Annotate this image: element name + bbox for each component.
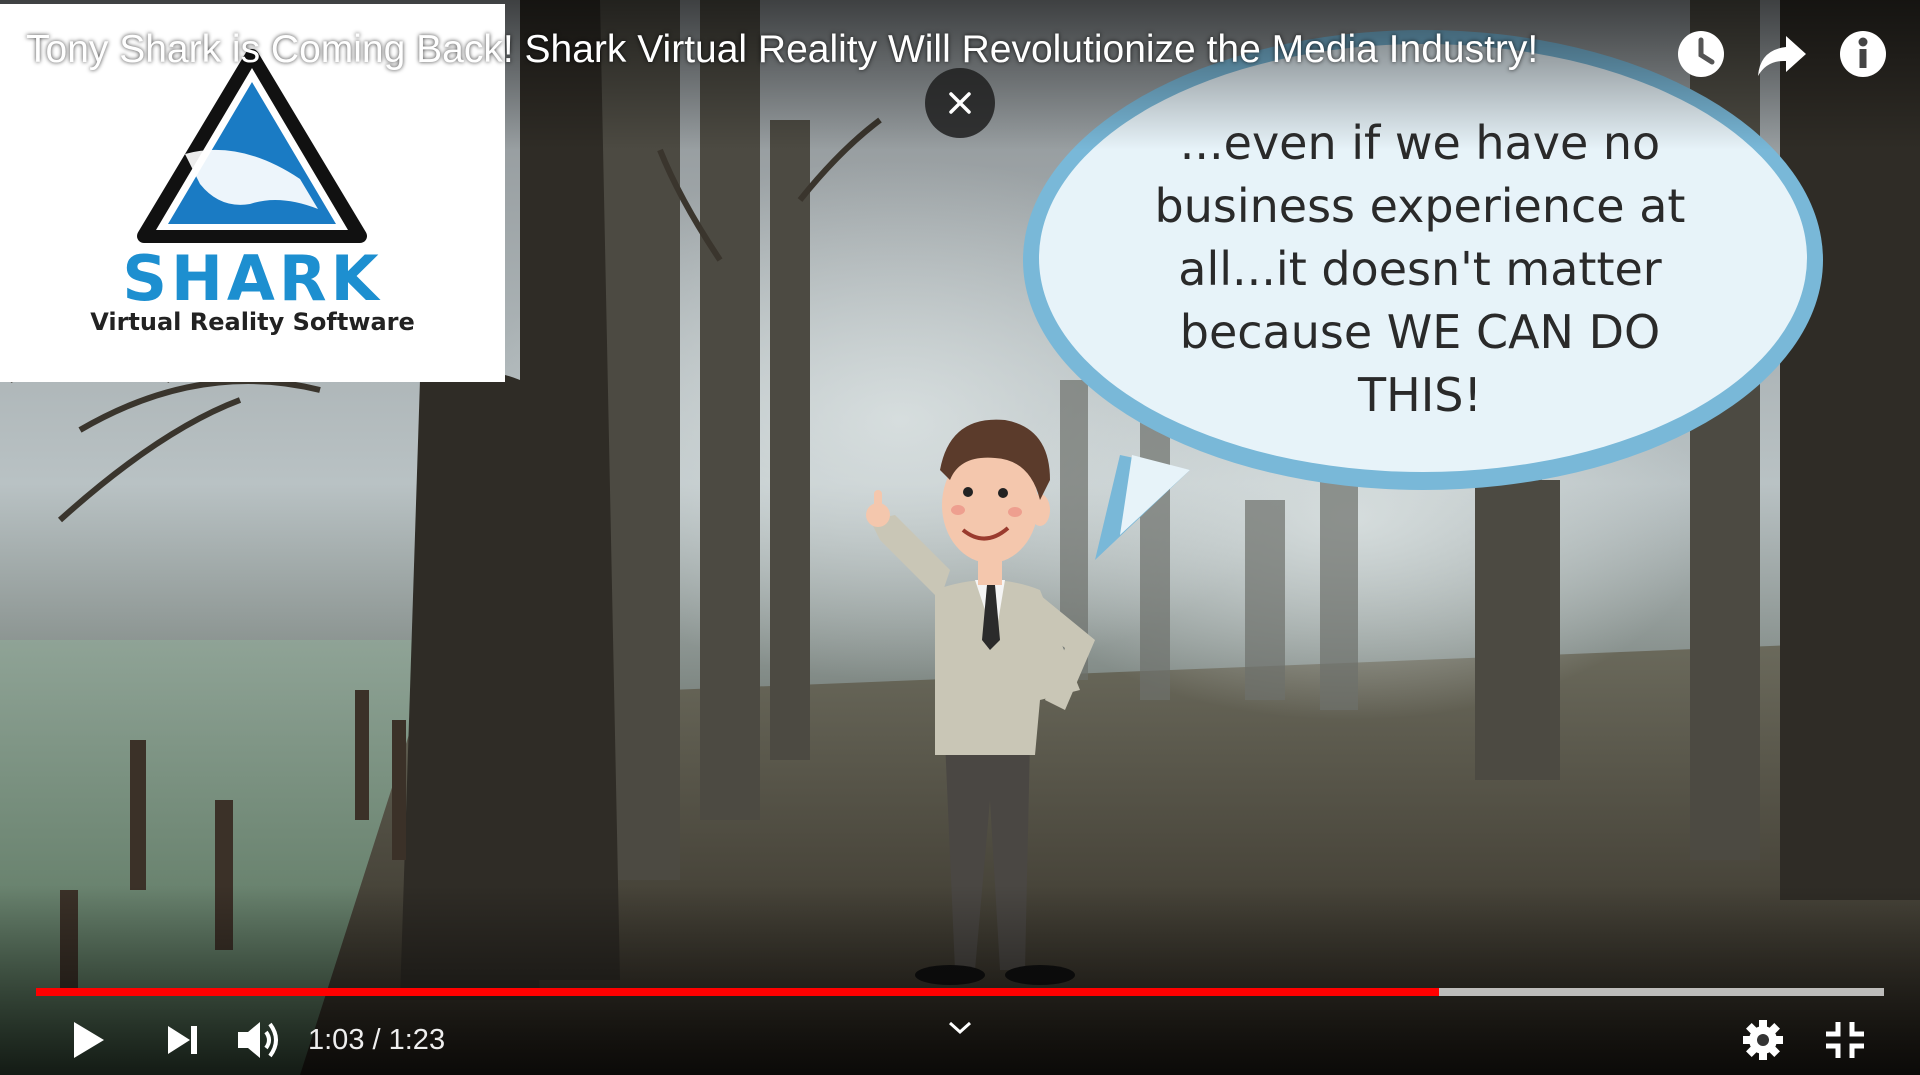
info-icon[interactable] xyxy=(1833,24,1893,84)
close-overlay-button[interactable] xyxy=(925,68,995,138)
current-time: 1:03 xyxy=(308,1024,365,1056)
progress-bar[interactable] xyxy=(36,988,1884,996)
time-separator: / xyxy=(364,1024,389,1056)
speech-line: ...even if we have no xyxy=(1179,116,1661,170)
share-icon[interactable] xyxy=(1752,24,1812,84)
exit-fullscreen-icon[interactable] xyxy=(1820,1010,1870,1070)
watch-later-icon[interactable] xyxy=(1671,24,1731,84)
video-player[interactable]: SHARK Virtual Reality Software Tony Shar… xyxy=(0,0,1920,1075)
settings-gear-icon[interactable] xyxy=(1738,1010,1788,1070)
next-button[interactable] xyxy=(160,1010,206,1070)
speech-line: because WE CAN DO xyxy=(1179,305,1661,359)
speech-line: THIS! xyxy=(1358,368,1482,422)
control-bar: 1:03 / 1:23 xyxy=(0,1010,1920,1070)
speech-line: all...it doesn't matter xyxy=(1178,242,1662,296)
video-title[interactable]: Tony Shark is Coming Back! Shark Virtual… xyxy=(26,28,1538,72)
logo-tagline: Virtual Reality Software xyxy=(90,308,415,336)
logo-brand-text: SHARK xyxy=(122,242,383,315)
speech-bubble-text: ...even if we have no business experienc… xyxy=(1110,112,1730,427)
volume-icon[interactable] xyxy=(234,1010,284,1070)
time-display: 1:03 / 1:23 xyxy=(308,1024,445,1057)
progress-played xyxy=(36,988,1439,996)
play-button[interactable] xyxy=(66,1010,112,1070)
speech-line: business experience at xyxy=(1154,179,1686,233)
duration: 1:23 xyxy=(388,1024,446,1056)
chevron-down-icon[interactable] xyxy=(945,1018,975,1043)
